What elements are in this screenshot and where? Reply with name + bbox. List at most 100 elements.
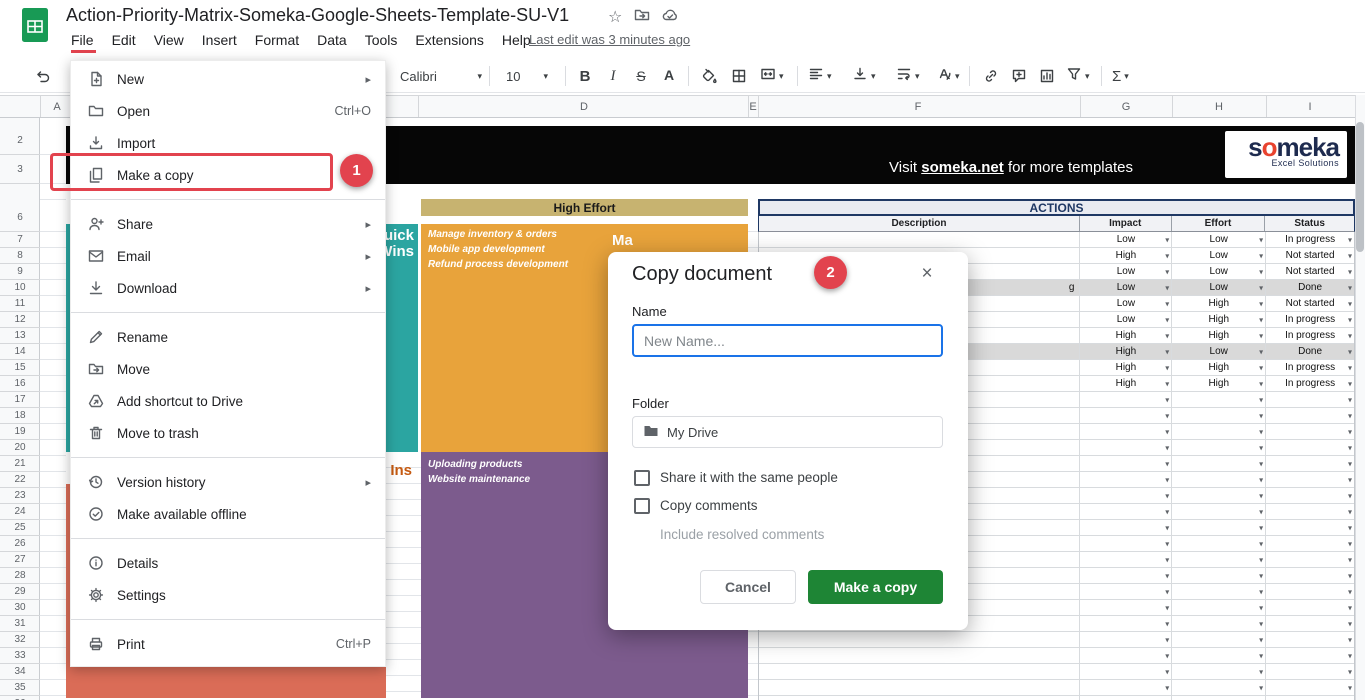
impact-cell[interactable]: ▾ <box>1080 632 1172 647</box>
impact-cell[interactable]: ▾ <box>1080 504 1172 519</box>
file-menu-item-add-shortcut-to-drive[interactable]: Add shortcut to Drive <box>71 385 385 417</box>
status-cell[interactable]: Done▾ <box>1266 280 1354 295</box>
impact-cell[interactable]: ▾ <box>1080 520 1172 535</box>
row-header-3[interactable]: 3 <box>0 155 40 184</box>
strikethrough-button[interactable]: S <box>628 63 654 89</box>
impact-cell[interactable]: ▾ <box>1080 680 1172 695</box>
effort-cell[interactable]: ▾ <box>1172 536 1266 551</box>
effort-cell[interactable]: ▾ <box>1172 680 1266 695</box>
menu-data[interactable]: Data <box>308 29 356 51</box>
status-cell[interactable]: ▾ <box>1266 648 1354 663</box>
menu-tools[interactable]: Tools <box>356 29 407 51</box>
impact-cell[interactable]: ▾ <box>1080 568 1172 583</box>
status-cell[interactable]: Done▾ <box>1266 344 1354 359</box>
last-edit-link[interactable]: Last edit was 3 minutes ago <box>529 32 690 47</box>
row-header-35[interactable]: 35 <box>0 680 40 696</box>
row-header-6[interactable]: 6 <box>0 203 40 232</box>
effort-cell[interactable]: Low▾ <box>1172 248 1266 263</box>
row-header-31[interactable]: 31 <box>0 616 40 632</box>
insert-chart-icon[interactable] <box>1034 63 1060 89</box>
status-cell[interactable]: Not started▾ <box>1266 296 1354 311</box>
row-header-2[interactable]: 2 <box>0 126 40 155</box>
row-header-14[interactable]: 14 <box>0 344 40 360</box>
column-header-i[interactable]: I <box>1308 96 1311 117</box>
row-header-15[interactable]: 15 <box>0 360 40 376</box>
effort-cell[interactable]: Low▾ <box>1172 232 1266 247</box>
row-header-16[interactable]: 16 <box>0 376 40 392</box>
file-menu-item-new[interactable]: New▸ <box>71 63 385 95</box>
row-header-10[interactable]: 10 <box>0 280 40 296</box>
effort-cell[interactable]: ▾ <box>1172 520 1266 535</box>
horizontal-align-button[interactable]: ▾ <box>804 63 836 89</box>
file-menu-item-settings[interactable]: Settings <box>71 579 385 611</box>
effort-cell[interactable]: ▾ <box>1172 616 1266 631</box>
effort-cell[interactable]: ▾ <box>1172 664 1266 679</box>
effort-cell[interactable]: High▾ <box>1172 360 1266 375</box>
column-header-g[interactable]: G <box>1122 96 1131 117</box>
row-header-13[interactable]: 13 <box>0 328 40 344</box>
status-cell[interactable]: ▾ <box>1266 472 1354 487</box>
impact-cell[interactable]: ▾ <box>1080 664 1172 679</box>
impact-cell[interactable]: Low▾ <box>1080 280 1172 295</box>
share-same-people-checkbox[interactable] <box>634 470 650 486</box>
file-menu-item-download[interactable]: Download▸ <box>71 272 385 304</box>
file-menu-item-rename[interactable]: Rename <box>71 321 385 353</box>
row-header-19[interactable]: 19 <box>0 424 40 440</box>
impact-cell[interactable]: ▾ <box>1080 408 1172 423</box>
status-cell[interactable]: ▾ <box>1266 632 1354 647</box>
impact-cell[interactable]: ▾ <box>1080 424 1172 439</box>
status-cell[interactable]: ▾ <box>1266 456 1354 471</box>
merge-cells-button[interactable]: ▾ <box>756 63 788 89</box>
status-cell[interactable]: In progress▾ <box>1266 312 1354 327</box>
move-folder-icon[interactable] <box>634 7 650 28</box>
status-cell[interactable]: In progress▾ <box>1266 232 1354 247</box>
impact-cell[interactable]: ▾ <box>1080 584 1172 599</box>
bold-button[interactable]: B <box>572 63 598 89</box>
row-header-22[interactable]: 22 <box>0 472 40 488</box>
status-cell[interactable]: ▾ <box>1266 440 1354 455</box>
effort-cell[interactable]: ▾ <box>1172 648 1266 663</box>
italic-button[interactable]: I <box>600 63 626 89</box>
file-menu-item-details[interactable]: Details <box>71 547 385 579</box>
description-cell[interactable] <box>759 664 1080 679</box>
effort-cell[interactable]: Low▾ <box>1172 344 1266 359</box>
column-header-e[interactable]: E <box>749 96 756 117</box>
file-menu-item-make-available-offline[interactable]: Make available offline <box>71 498 385 530</box>
name-input[interactable] <box>632 324 943 357</box>
file-menu-item-version-history[interactable]: Version history▸ <box>71 466 385 498</box>
effort-cell[interactable]: ▾ <box>1172 552 1266 567</box>
row-header-12[interactable]: 12 <box>0 312 40 328</box>
vertical-scrollbar-thumb[interactable] <box>1356 122 1364 252</box>
status-cell[interactable]: ▾ <box>1266 664 1354 679</box>
make-a-copy-button[interactable]: Make a copy <box>808 570 943 604</box>
description-cell[interactable] <box>759 648 1080 663</box>
column-header-a[interactable]: A <box>53 96 60 117</box>
status-cell[interactable]: ▾ <box>1266 520 1354 535</box>
status-cell[interactable]: Not started▾ <box>1266 264 1354 279</box>
row-header-29[interactable]: 29 <box>0 584 40 600</box>
cloud-status-icon[interactable] <box>662 7 678 28</box>
impact-cell[interactable]: High▾ <box>1080 328 1172 343</box>
banner-link[interactable]: someka.net <box>921 159 1004 176</box>
status-cell[interactable]: ▾ <box>1266 408 1354 423</box>
insert-link-icon[interactable] <box>978 63 1004 89</box>
google-sheets-logo-icon[interactable] <box>22 8 48 42</box>
effort-cell[interactable]: ▾ <box>1172 584 1266 599</box>
file-menu-item-print[interactable]: PrintCtrl+P <box>71 628 385 660</box>
fill-color-icon[interactable] <box>696 63 722 89</box>
menu-file[interactable]: File <box>62 29 103 51</box>
status-cell[interactable]: ▾ <box>1266 536 1354 551</box>
close-icon[interactable]: × <box>914 261 940 287</box>
row-headers[interactable]: 2367891011121314151617181920212223242526… <box>0 118 40 700</box>
effort-cell[interactable]: ▾ <box>1172 600 1266 615</box>
row-header-7[interactable]: 7 <box>0 232 40 248</box>
folder-picker[interactable]: My Drive <box>632 416 943 448</box>
text-color-button[interactable]: A <box>656 63 682 89</box>
menu-insert[interactable]: Insert <box>193 29 246 51</box>
font-family-select[interactable]: Calibri▾ <box>394 63 488 89</box>
impact-cell[interactable]: Low▾ <box>1080 296 1172 311</box>
impact-cell[interactable]: ▾ <box>1080 600 1172 615</box>
row-header-24[interactable]: 24 <box>0 504 40 520</box>
file-menu-item-open[interactable]: OpenCtrl+O <box>71 95 385 127</box>
row-header-28[interactable]: 28 <box>0 568 40 584</box>
